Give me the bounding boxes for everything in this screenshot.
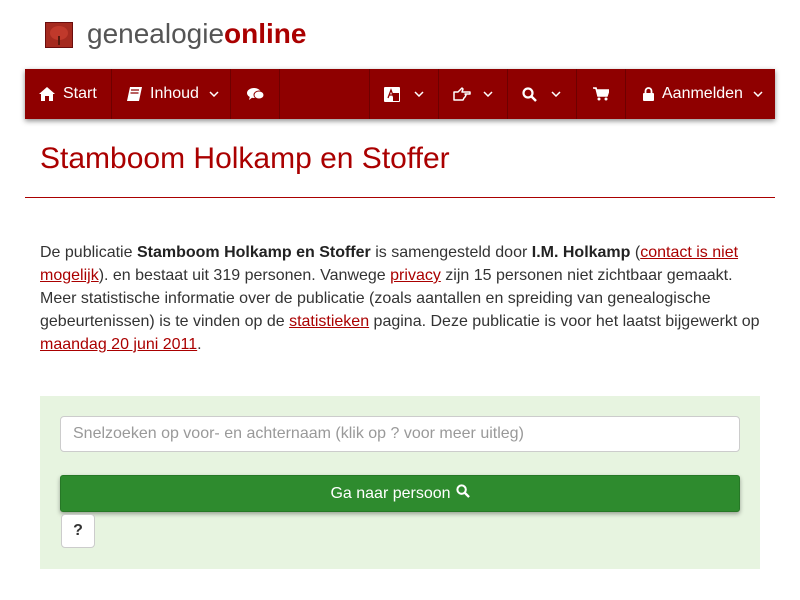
nav-inhoud[interactable]: Inhoud xyxy=(112,69,230,119)
intro-text: pagina. Deze publicatie is voor het laat… xyxy=(369,313,760,330)
intro-text: . xyxy=(197,336,202,353)
last-updated-link[interactable]: maandag 20 juni 2011 xyxy=(40,336,197,353)
publication-intro: De publicatie Stamboom Holkamp en Stoffe… xyxy=(40,241,765,356)
main-navbar: Start Inhoud Aanmelden xyxy=(25,69,775,119)
intro-text: ( xyxy=(630,244,641,261)
home-icon xyxy=(39,87,55,101)
search-icon xyxy=(451,484,470,503)
chevron-down-icon xyxy=(414,91,424,97)
nav-login[interactable]: Aanmelden xyxy=(626,69,775,119)
go-to-person-label: Ga naar persoon xyxy=(330,484,451,502)
book-icon xyxy=(127,87,142,101)
author-name: I.M. Holkamp xyxy=(531,244,631,261)
brand-part-2: online xyxy=(224,18,307,49)
privacy-link[interactable]: privacy xyxy=(390,267,441,284)
statistics-link[interactable]: statistieken xyxy=(289,313,369,330)
tree-logo-icon[interactable] xyxy=(45,22,73,48)
chevron-down-icon xyxy=(483,91,493,97)
nav-cart[interactable] xyxy=(577,69,625,119)
page-title: Stamboom Holkamp en Stoffer xyxy=(40,142,450,175)
nav-start-label: Start xyxy=(63,85,97,102)
nav-pointer[interactable] xyxy=(439,69,507,119)
chevron-down-icon xyxy=(209,91,219,97)
site-brand[interactable]: genealogieonline xyxy=(87,16,306,52)
search-icon xyxy=(522,86,537,102)
site-header: genealogieonline xyxy=(0,0,800,69)
intro-text: ). en bestaat uit 319 personen. Vanwege xyxy=(98,267,391,284)
nav-start[interactable]: Start xyxy=(25,69,111,119)
nav-login-label: Aanmelden xyxy=(662,85,743,102)
nav-search[interactable] xyxy=(508,69,576,119)
nav-separator xyxy=(279,69,280,119)
title-divider xyxy=(25,197,775,198)
cart-icon xyxy=(593,87,609,101)
comments-icon xyxy=(246,87,264,101)
go-to-person-button[interactable]: Ga naar persoon xyxy=(60,475,740,512)
nav-inhoud-label: Inhoud xyxy=(150,85,199,102)
intro-text: is samengesteld door xyxy=(370,244,532,261)
nav-forum[interactable] xyxy=(231,69,279,119)
nav-language[interactable] xyxy=(370,69,438,119)
language-icon xyxy=(384,86,400,102)
quick-search-panel: Ga naar persoon ? xyxy=(40,396,760,569)
brand-part-1: genealogie xyxy=(87,18,225,49)
chevron-down-icon xyxy=(551,91,561,97)
hand-point-icon xyxy=(453,87,471,101)
quick-search-input[interactable] xyxy=(60,416,740,452)
publication-name: Stamboom Holkamp en Stoffer xyxy=(136,244,371,261)
intro-text: De publicatie xyxy=(40,244,137,261)
search-help-button[interactable]: ? xyxy=(61,514,95,548)
chevron-down-icon xyxy=(753,91,763,97)
lock-icon xyxy=(643,87,654,101)
